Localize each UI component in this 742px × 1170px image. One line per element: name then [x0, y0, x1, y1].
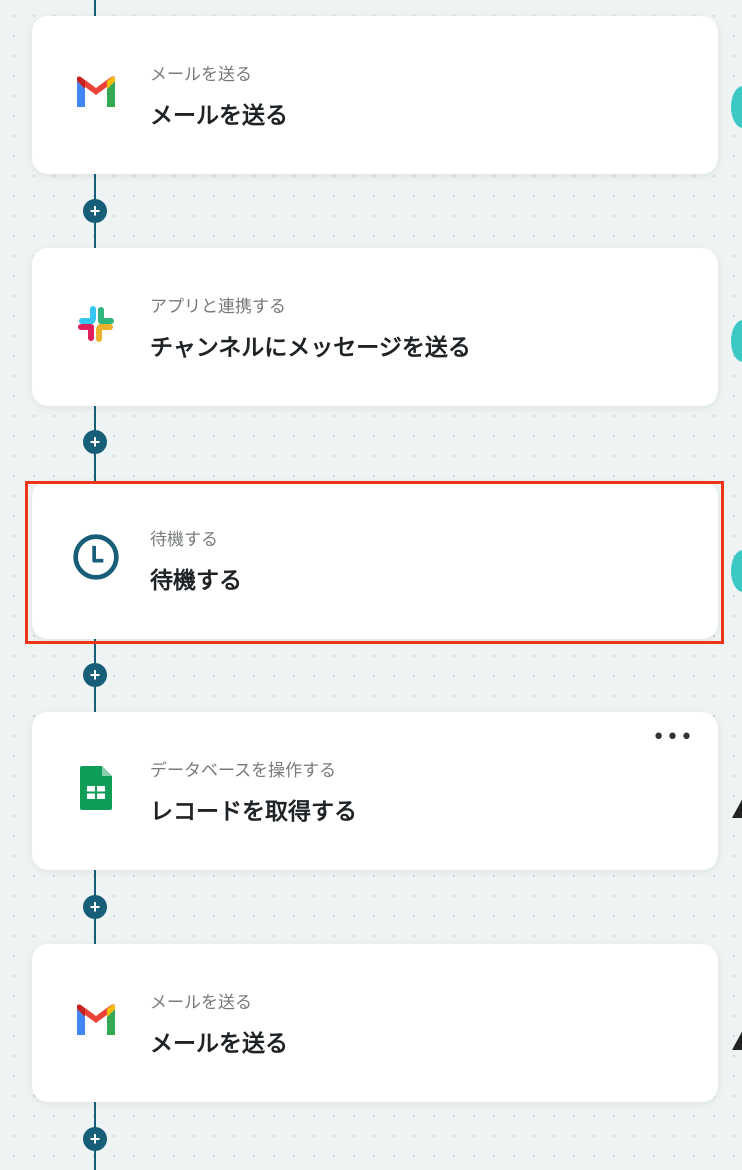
google-sheets-icon [72, 764, 120, 812]
step-category: メールを送る [150, 993, 252, 1013]
step-title: レコードを取得する [150, 799, 357, 825]
add-step-button[interactable]: + [83, 895, 107, 919]
step-title: メールを送る [150, 1031, 288, 1057]
step-status-indicator [731, 320, 742, 362]
step-title: チャンネルにメッセージを送る [150, 335, 471, 361]
gmail-icon [72, 68, 120, 116]
flow-step-card-slack-message[interactable]: アプリと連携する チャンネルにメッセージを送る [32, 248, 718, 406]
step-category: アプリと連携する [150, 297, 286, 317]
step-category: メールを送る [150, 65, 252, 85]
add-step-button[interactable]: + [83, 199, 107, 223]
flow-step-card-send-mail[interactable]: メールを送る メールを送る [32, 16, 718, 174]
step-status-indicator [731, 550, 742, 592]
flow-step-card-get-record[interactable]: ••• データベースを操作する レコードを取得する [32, 712, 718, 870]
highlight-box [25, 481, 724, 644]
warning-icon [732, 796, 742, 818]
gmail-icon [72, 996, 120, 1044]
add-step-button[interactable]: + [83, 663, 107, 687]
step-title: メールを送る [150, 103, 288, 129]
flow-step-card-send-mail[interactable]: メールを送る メールを送る [32, 944, 718, 1102]
step-status-indicator [731, 86, 742, 128]
more-options-button[interactable]: ••• [652, 727, 694, 749]
warning-icon [732, 1028, 742, 1050]
step-category: データベースを操作する [150, 761, 337, 781]
add-step-button[interactable]: + [83, 1127, 107, 1151]
slack-icon [72, 300, 120, 348]
add-step-button[interactable]: + [83, 430, 107, 454]
